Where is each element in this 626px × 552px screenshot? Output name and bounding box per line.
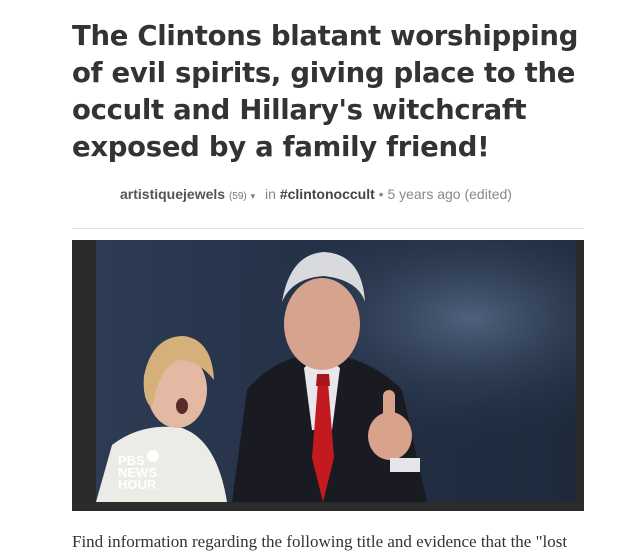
meta-separator: • (378, 186, 384, 202)
post-body: Find information regarding the following… (72, 532, 568, 551)
tag-link[interactable]: #clintonoccult (280, 186, 375, 202)
post-image-illustration: PBS NEWS HOUR (72, 240, 584, 511)
divider (72, 228, 584, 229)
author-link[interactable]: artistiquejewels (120, 186, 225, 202)
pbs-logo-line3: HOUR (118, 477, 157, 492)
post-timestamp[interactable]: 5 years ago (edited) (387, 186, 512, 202)
author-reputation: (59) (228, 191, 247, 202)
post-title: The Clintons blatant worshipping of evil… (72, 20, 579, 163)
pbs-logo-icon (147, 450, 159, 462)
post-meta: artistiquejewels (59) ▾ in #clintonoccul… (120, 186, 512, 202)
in-label: in (265, 186, 276, 202)
chevron-down-icon[interactable]: ▾ (251, 191, 256, 201)
post-image[interactable]: PBS NEWS HOUR (72, 240, 584, 511)
